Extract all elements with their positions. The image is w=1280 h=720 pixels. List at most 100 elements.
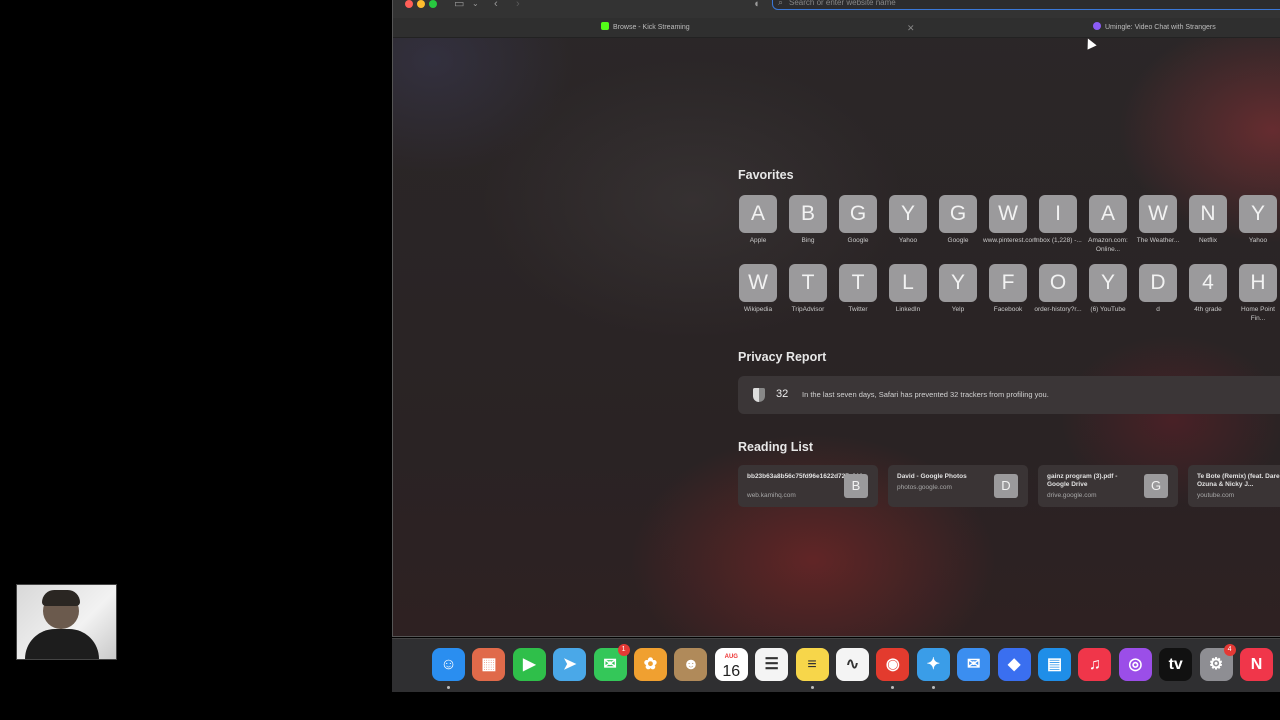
favorite-item[interactable]: 4 4th grade: [1183, 264, 1233, 315]
app-store-grid-icon[interactable]: ▤: [1038, 648, 1071, 681]
tab-kick-streaming[interactable]: Browse - Kick Streaming: [601, 18, 690, 38]
chevron-down-icon[interactable]: ⌄: [472, 0, 479, 11]
privacy-report-card[interactable]: 32 In the last seven days, Safari has pr…: [738, 376, 1280, 414]
favorite-item[interactable]: Oorder-history?r...: [1033, 264, 1083, 315]
dock-glyph: ⚙: [1208, 656, 1224, 673]
favorite-label: www.pinterest.com: [983, 237, 1038, 244]
dock-glyph: ✿: [643, 656, 658, 673]
roblox-icon[interactable]: ◆: [997, 648, 1031, 681]
favorite-item[interactable]: G Google: [833, 195, 883, 246]
zoom-window-button[interactable]: [429, 0, 437, 8]
favorite-tile: T: [839, 264, 877, 302]
reading-item-title: Te Bote (Remix) (feat. Darell, Ozuna & N…: [1197, 473, 1280, 488]
favorite-tile: W: [989, 195, 1027, 233]
favorite-label: d: [1156, 306, 1160, 313]
favorite-label: Amazon.com: Online...: [1088, 237, 1128, 253]
safari-icon[interactable]: ✦: [916, 648, 950, 681]
safari-window: ▭ ⌄ ‹ › ◖ ⌕ Browse - Kick Streaming ✕ Um…: [392, 0, 1280, 637]
favorite-item[interactable]: G Google: [933, 195, 983, 246]
dock-glyph: ➤: [562, 656, 577, 673]
favorite-tile: Y: [1089, 264, 1127, 302]
favorite-tile: O: [1039, 264, 1077, 302]
favorite-item[interactable]: Dd: [1133, 264, 1183, 315]
favorite-item[interactable]: A Apple: [733, 195, 783, 246]
favorites-heading: Favorites: [738, 168, 794, 182]
tracker-count: 32: [776, 388, 789, 400]
launchpad-icon[interactable]: ▦: [472, 648, 506, 681]
favorite-label: Facebook: [993, 306, 1023, 313]
dock-glyph: ✉: [966, 656, 981, 673]
dock-glyph: ▶: [523, 656, 536, 673]
favorite-item[interactable]: L LinkedIn: [883, 264, 933, 315]
freeform-icon[interactable]: ∿: [836, 648, 869, 681]
close-tab-icon[interactable]: ✕: [907, 23, 915, 34]
favorite-item[interactable]: Y Yelp: [933, 264, 983, 315]
reading-list-item[interactable]: gainz program (3).pdf - Google Drive driv…: [1038, 465, 1178, 507]
apple-tv-icon[interactable]: tv: [1159, 648, 1193, 681]
music-icon[interactable]: ♫: [1078, 648, 1112, 681]
finder-icon[interactable]: ☺: [432, 648, 465, 681]
webcam-person-body: [25, 629, 99, 659]
close-window-button[interactable]: [405, 0, 413, 8]
favorite-label: Yelp: [951, 306, 965, 313]
favorite-item[interactable]: T TripAdvisor: [783, 264, 833, 315]
dock-glyph: ▤: [1046, 656, 1063, 673]
contacts-icon[interactable]: ☻: [674, 648, 708, 681]
favorite-item[interactable]: A Amazon.com: Online...: [1083, 195, 1133, 254]
favorite-tile: N: [1189, 195, 1227, 233]
favorite-item[interactable]: F Facebook: [983, 264, 1033, 315]
address-input[interactable]: [789, 0, 1269, 8]
favorite-item[interactable]: B Bing: [783, 195, 833, 246]
reading-list-item[interactable]: David - Google Photos photos.google.com D: [888, 465, 1028, 507]
reading-item-thumbnail: G: [1144, 474, 1168, 498]
notification-badge: 4: [1223, 644, 1236, 656]
calendar-day: 16: [722, 663, 741, 680]
calendar-month: AUG: [724, 654, 738, 660]
favorite-item[interactable]: T Twitter: [833, 264, 883, 315]
news-icon[interactable]: N: [1240, 648, 1273, 681]
facetime-icon[interactable]: ▶: [512, 648, 546, 681]
dock-glyph: ✦: [926, 656, 940, 673]
favorite-item[interactable]: N Netflix: [1183, 195, 1233, 246]
favorite-item[interactable]: W Wikipedia: [733, 264, 783, 315]
favorite-label: Google: [847, 237, 869, 244]
favorite-tile: A: [1089, 195, 1127, 233]
sidebar-toggle-icon[interactable]: ▭: [454, 0, 464, 11]
mail-icon[interactable]: ✉: [957, 648, 991, 681]
chrome-icon[interactable]: ◉: [876, 648, 910, 681]
reading-item-url: drive.google.com: [1047, 492, 1097, 499]
favorite-item[interactable]: I Inbox (1,228) -...: [1033, 195, 1083, 246]
kick-favicon-icon: [601, 22, 609, 30]
minimize-window-button[interactable]: [417, 0, 425, 8]
favorite-tile: W: [1139, 195, 1177, 233]
favorite-tile: I: [1039, 195, 1077, 233]
address-bar[interactable]: ⌕: [772, 0, 1280, 10]
maps-icon[interactable]: ➤: [553, 648, 587, 681]
privacy-shield-icon[interactable]: ◖: [753, 0, 760, 11]
favorite-label: Apple: [749, 237, 767, 244]
favorite-item[interactable]: Y Yahoo: [883, 195, 933, 246]
favorite-item[interactable]: Y Yahoo: [1233, 195, 1280, 246]
forward-arrow-icon[interactable]: ›: [516, 0, 520, 11]
reading-list-item[interactable]: Te Bote (Remix) (feat. Darell, Ozuna & N…: [1188, 465, 1280, 507]
photos-icon[interactable]: ✿: [634, 648, 667, 681]
favorite-label: order-history?r...: [1034, 306, 1082, 313]
reminders-icon[interactable]: ☰: [755, 648, 789, 681]
reading-list-item[interactable]: bb23b63a8b56c75fd96e1622d727efd4 web.kami…: [738, 465, 878, 507]
dock-glyph: ◎: [1128, 656, 1143, 673]
tab-label: Umingle: Video Chat with Strangers: [1105, 24, 1216, 31]
favorite-tile: B: [789, 195, 827, 233]
favorite-item[interactable]: H Home Point Fin...: [1233, 264, 1280, 323]
tab-umingle[interactable]: Umingle: Video Chat with Strangers: [1093, 18, 1216, 38]
notes-icon[interactable]: ≡: [795, 648, 829, 681]
back-arrow-icon[interactable]: ‹: [494, 0, 498, 11]
podcasts-icon[interactable]: ◎: [1118, 648, 1152, 681]
favorite-tile: A: [739, 195, 777, 233]
favorite-tile: H: [1239, 264, 1277, 302]
favorite-item[interactable]: W The Weather...: [1133, 195, 1183, 246]
favorite-item[interactable]: Y (6) YouTube: [1083, 264, 1133, 315]
favorite-item[interactable]: Wwww.pinterest.com: [983, 195, 1038, 246]
calendar-icon[interactable]: AUG 16: [714, 648, 748, 681]
favorite-tile: W: [739, 264, 777, 302]
reading-item-title: David - Google Photos: [897, 473, 967, 480]
